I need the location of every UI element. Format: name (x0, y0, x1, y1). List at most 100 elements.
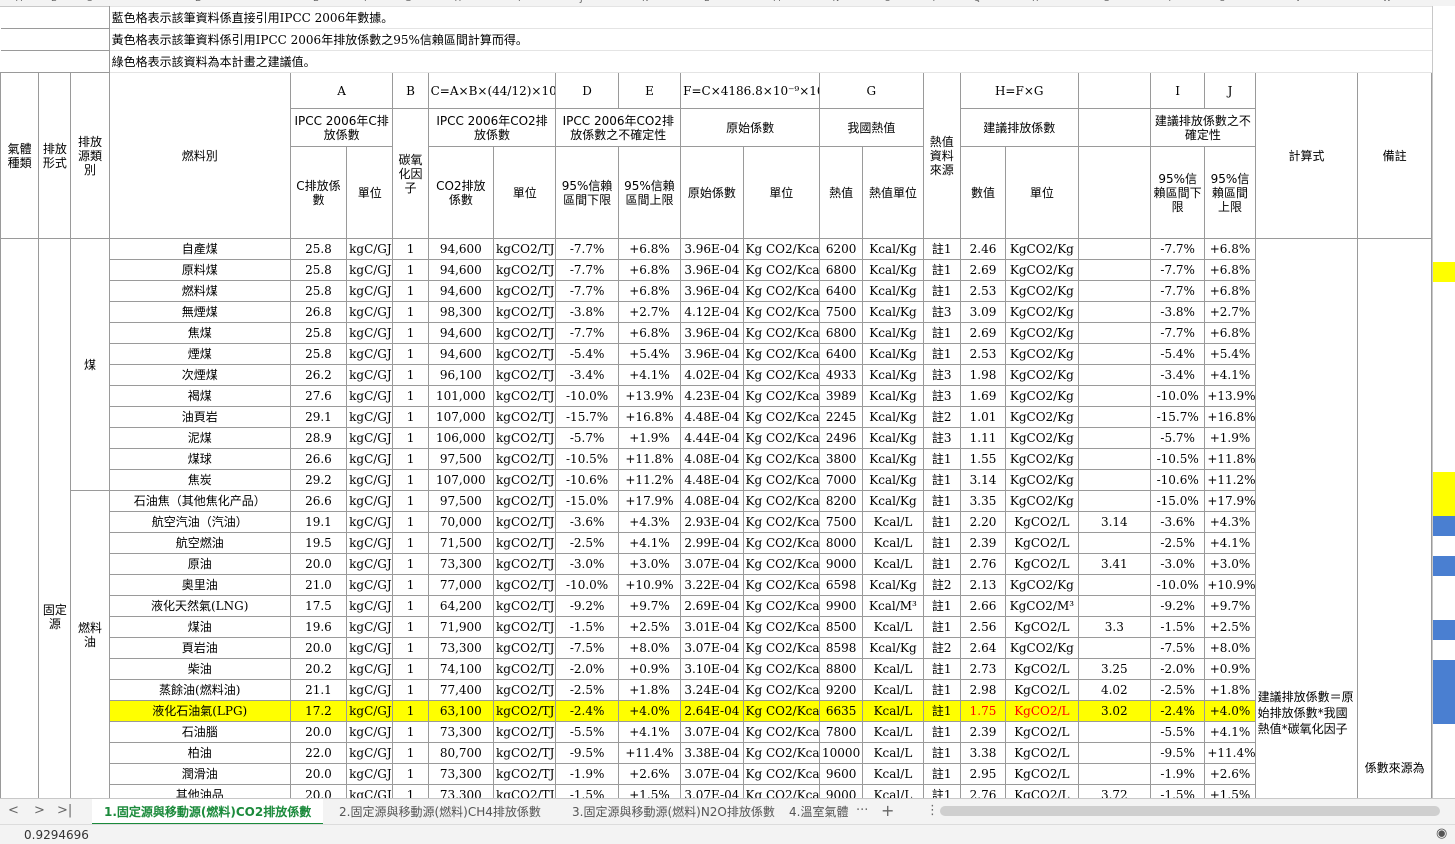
header-value[interactable]: 數值 (960, 147, 1005, 239)
cell-au[interactable]: kgC/GJ (347, 701, 393, 722)
cell-fu[interactable]: Kg CO2/Kcal (743, 617, 819, 638)
cell-f[interactable]: 3.96E-04 (681, 281, 743, 302)
cell-cu[interactable]: kgCO2/TJ (494, 386, 556, 407)
cell-src[interactable]: 註1 (923, 596, 960, 617)
cell-x[interactable] (1078, 533, 1150, 554)
cell-a[interactable]: 26.8 (290, 302, 346, 323)
cell-i[interactable]: -10.5% (1151, 449, 1205, 470)
cell-h[interactable]: 2.20 (960, 512, 1005, 533)
header-remark[interactable]: 備註 (1358, 73, 1432, 239)
cell-g[interactable]: 6400 (820, 281, 863, 302)
cell-h[interactable]: 3.38 (960, 743, 1005, 764)
cell-h[interactable]: 2.46 (960, 239, 1005, 260)
cell-a[interactable]: 17.2 (290, 701, 346, 722)
cell-src[interactable]: 註1 (923, 491, 960, 512)
cell-cu[interactable]: kgCO2/TJ (494, 764, 556, 785)
header-unit[interactable]: 單位 (494, 147, 556, 239)
cell-e[interactable]: +6.8% (618, 239, 680, 260)
cell-f[interactable]: 4.48E-04 (681, 470, 743, 491)
cell-d[interactable]: -10.0% (556, 386, 618, 407)
cell-au[interactable]: kgC/GJ (347, 281, 393, 302)
cell-x[interactable] (1078, 743, 1150, 764)
cell-a[interactable]: 26.6 (290, 491, 346, 512)
cell-e[interactable]: +4.3% (618, 512, 680, 533)
cell-f[interactable]: 3.07E-04 (681, 764, 743, 785)
cell-b[interactable]: 1 (393, 659, 428, 680)
header-heat-source[interactable]: 熱值資料來源 (923, 73, 960, 239)
header-formula[interactable]: 計算式 (1255, 73, 1358, 239)
cell-c[interactable]: 94,600 (428, 239, 493, 260)
cell-fu[interactable]: Kg CO2/Kcal (743, 449, 819, 470)
fuel-name-cell[interactable]: 煙煤 (109, 344, 290, 365)
cell-au[interactable]: kgC/GJ (347, 743, 393, 764)
cell-cu[interactable]: kgCO2/TJ (494, 449, 556, 470)
cell-e[interactable]: +1.9% (618, 428, 680, 449)
cell-e[interactable]: +16.8% (618, 407, 680, 428)
cell-au[interactable]: kgC/GJ (347, 470, 393, 491)
cell-src[interactable]: 註1 (923, 533, 960, 554)
cell-hu[interactable]: KgCO2/M³ (1006, 596, 1078, 617)
cell-fu[interactable]: Kg CO2/Kcal (743, 764, 819, 785)
cell-i[interactable]: -2.5% (1151, 533, 1205, 554)
cell-fu[interactable]: Kg CO2/Kcal (743, 680, 819, 701)
cell-f[interactable]: 3.07E-04 (681, 785, 743, 799)
cell-hu[interactable]: KgCO2/Kg (1006, 407, 1078, 428)
cell-c[interactable]: 107,000 (428, 407, 493, 428)
cell-gu[interactable]: Kcal/Kg (863, 281, 923, 302)
cell-f[interactable]: 2.69E-04 (681, 596, 743, 617)
cell-g[interactable]: 9000 (820, 554, 863, 575)
cell-x[interactable] (1078, 323, 1150, 344)
header-col-j[interactable]: J (1205, 73, 1255, 109)
fuel-name-cell[interactable]: 無煙煤 (109, 302, 290, 323)
cell-a[interactable]: 26.2 (290, 365, 346, 386)
cell-e[interactable]: +17.9% (618, 491, 680, 512)
cell-gu[interactable]: Kcal/L (863, 554, 923, 575)
cell-gu[interactable]: Kcal/L (863, 722, 923, 743)
cell-hu[interactable]: KgCO2/L (1006, 743, 1078, 764)
cell-au[interactable]: kgC/GJ (347, 239, 393, 260)
cell-src[interactable]: 註2 (923, 575, 960, 596)
cell-fu[interactable]: Kg CO2/Kcal (743, 239, 819, 260)
cell-hu[interactable]: KgCO2/Kg (1006, 302, 1078, 323)
cell-fu[interactable]: Kg CO2/Kcal (743, 533, 819, 554)
cell-b[interactable]: 1 (393, 680, 428, 701)
cell-h[interactable]: 2.69 (960, 323, 1005, 344)
cell-gu[interactable]: Kcal/Kg (863, 365, 923, 386)
cell-b[interactable]: 1 (393, 386, 428, 407)
cell-f[interactable]: 3.38E-04 (681, 743, 743, 764)
fuel-name-cell[interactable]: 次煙煤 (109, 365, 290, 386)
cell-c[interactable]: 73,300 (428, 554, 493, 575)
cell-x[interactable] (1078, 365, 1150, 386)
fuel-name-cell[interactable]: 泥煤 (109, 428, 290, 449)
fuel-name-cell[interactable]: 航空汽油（汽油） (109, 512, 290, 533)
cell-cu[interactable]: kgCO2/TJ (494, 323, 556, 344)
blank-cell[interactable] (1, 7, 110, 29)
cell-d[interactable]: -1.9% (556, 764, 618, 785)
cell-h[interactable]: 2.53 (960, 281, 1005, 302)
cell-j[interactable]: +2.5% (1205, 617, 1255, 638)
cell-g[interactable]: 8000 (820, 533, 863, 554)
header-col-h[interactable]: H=F×G (960, 73, 1078, 109)
cell-i[interactable]: -7.5% (1151, 638, 1205, 659)
cell-g[interactable]: 3989 (820, 386, 863, 407)
tab-next-icon[interactable]: > (34, 803, 45, 818)
column-letter[interactable]: D (195, 0, 202, 4)
cell-f[interactable]: 3.22E-04 (681, 575, 743, 596)
cell-hu[interactable]: KgCO2/Kg (1006, 365, 1078, 386)
cell-j[interactable]: +2.7% (1205, 302, 1255, 323)
cell-i[interactable]: -9.2% (1151, 596, 1205, 617)
formula-cell[interactable]: 建議排放係數＝原始排放係數*我國熱值*碳氧化因子 (1255, 239, 1358, 799)
cell-src[interactable]: 註1 (923, 764, 960, 785)
cell-h[interactable]: 3.09 (960, 302, 1005, 323)
cell-i[interactable]: -7.7% (1151, 260, 1205, 281)
cell-j[interactable]: +11.2% (1205, 470, 1255, 491)
tab-sheet-4[interactable]: 4.溫室氣體 (783, 799, 854, 825)
cell-h[interactable]: 1.98 (960, 365, 1005, 386)
cell-fu[interactable]: Kg CO2/Kcal (743, 596, 819, 617)
cell-fu[interactable]: Kg CO2/Kcal (743, 659, 819, 680)
cell-fu[interactable]: Kg CO2/Kcal (743, 512, 819, 533)
cell-g[interactable]: 2496 (820, 428, 863, 449)
cell-f[interactable]: 3.24E-04 (681, 680, 743, 701)
cell-j[interactable]: +11.8% (1205, 449, 1255, 470)
cell-hu[interactable]: KgCO2/L (1006, 701, 1078, 722)
